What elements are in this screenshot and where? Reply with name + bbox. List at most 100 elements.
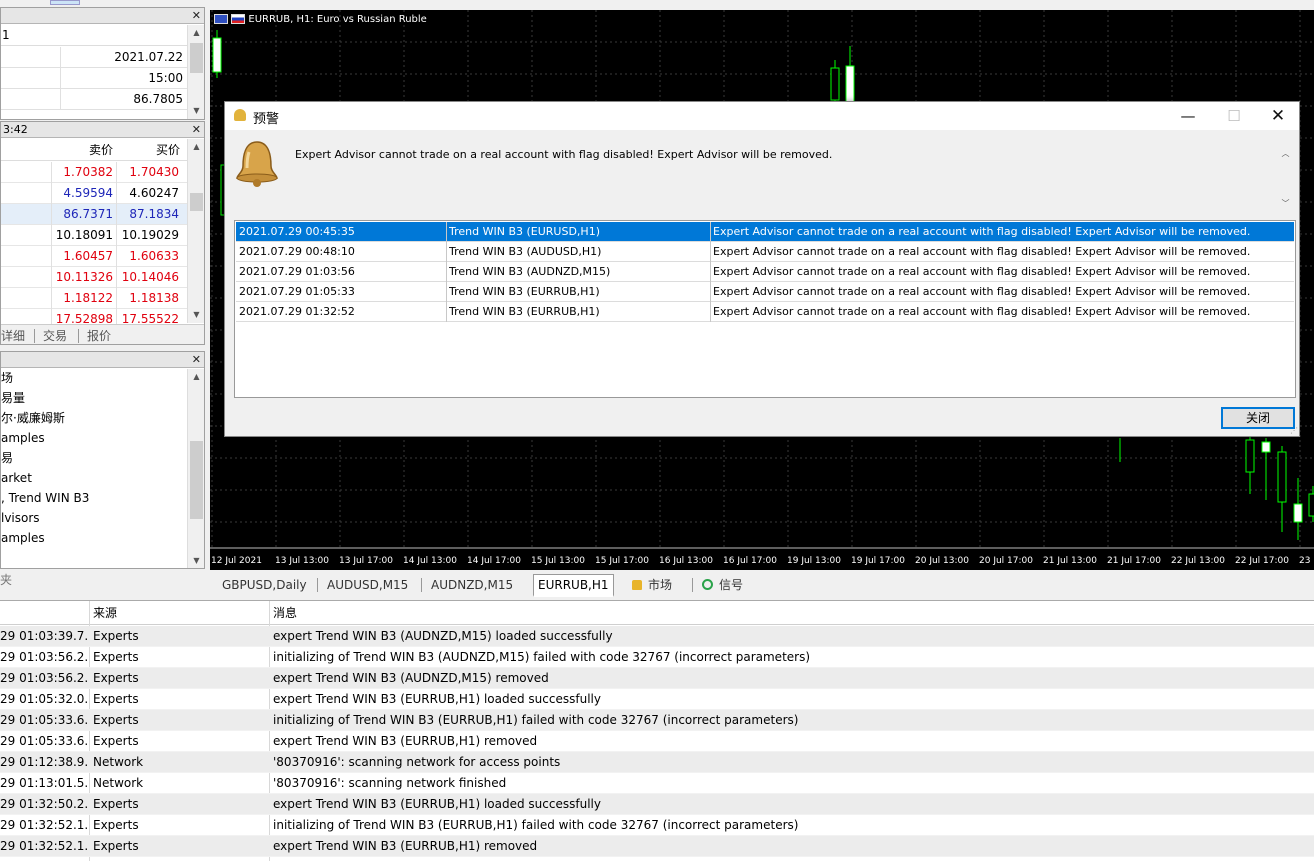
scroll-down-icon[interactable]: ▼: [188, 103, 204, 119]
journal-row[interactable]: 29 01:32:52.1... Experts initializing of T…: [0, 815, 1314, 836]
data-window-row: 15:00: [1, 68, 187, 89]
alert-log-table: 2021.07.29 00:45:35 Trend WIN B3 (EURUSD,…: [234, 220, 1296, 398]
navigator-item[interactable]: amples: [1, 528, 45, 548]
tab-details[interactable]: 详细: [1, 327, 25, 344]
journal-message: initializing of Trend WIN B3 (EURRUB,H1)…: [273, 713, 799, 727]
scroll-thumb[interactable]: [190, 193, 203, 211]
alert-log-row[interactable]: 2021.07.29 01:05:33 Trend WIN B3 (EURRUB,…: [236, 282, 1294, 302]
journal-row[interactable]: 29 01:03:39.7... Experts expert Trend WIN …: [0, 626, 1314, 647]
navigator-item[interactable]: 易量: [1, 388, 25, 408]
ask-price: 1.70430: [129, 165, 179, 179]
symbol-row[interactable]: 10.11326 10.14046: [1, 267, 187, 288]
journal-time: 29 01:05:32.0...: [0, 692, 88, 706]
ask-price: 4.60247: [129, 186, 179, 200]
navigator-panel: ✕ 场易量 尔·威廉姆斯 amples 易 arket, Trend WIN B3 lvi…: [0, 351, 205, 569]
toolbar-button[interactable]: [50, 0, 80, 5]
market-watch-scrollbar[interactable]: ▲ ▼: [187, 139, 204, 323]
journal-source: Experts: [93, 671, 139, 685]
bid-column-header[interactable]: 卖价: [51, 139, 113, 161]
symbol-row[interactable]: 10.18091 10.19029: [1, 225, 187, 246]
market-watch-header: 卖价 买价: [1, 139, 187, 161]
journal-row[interactable]: 29 01:05:33.6... Experts expert Trend WIN …: [0, 731, 1314, 752]
time-axis-label: 16 Jul 13:00: [659, 556, 713, 566]
resize-grip-icon[interactable]: ⋰: [1290, 426, 1298, 435]
scroll-thumb[interactable]: [190, 441, 203, 519]
source-column-header[interactable]: 来源: [93, 601, 263, 625]
tab-signals[interactable]: 信号: [698, 575, 747, 595]
symbol-row[interactable]: 86.7371 87.1834: [1, 204, 187, 225]
journal-row[interactable]: 29 01:32:52.1... Experts expert Trend WIN …: [0, 836, 1314, 857]
navigator-item[interactable]: amples: [1, 428, 45, 448]
alert-log-row[interactable]: 2021.07.29 01:32:52 Trend WIN B3 (EURRUB,…: [236, 302, 1294, 322]
close-icon[interactable]: ✕: [192, 8, 201, 23]
market-watch-panel: 3:42 ✕ 卖价 买价 1.70382 1.70430 4.59594 4.60247…: [0, 121, 205, 345]
alert-dialog-titlebar[interactable]: 预警 — ☐ ✕: [225, 102, 1299, 130]
bid-price: 1.70382: [51, 162, 117, 183]
bell-icon: [233, 138, 281, 188]
scroll-thumb[interactable]: [190, 43, 203, 73]
alert-log-row[interactable]: 2021.07.29 00:48:10 Trend WIN B3 (AUDUSD,…: [236, 242, 1294, 262]
scroll-up-icon[interactable]: ▲: [188, 139, 204, 155]
close-button[interactable]: 关闭: [1221, 407, 1295, 429]
navigator-item[interactable]: 尔·威廉姆斯: [1, 408, 65, 428]
journal-row[interactable]: 29 01:05:32.0... Experts expert Trend WIN …: [0, 689, 1314, 710]
navigator-item[interactable]: 易: [1, 448, 13, 468]
scroll-down-icon[interactable]: ﹀: [1277, 196, 1294, 212]
tab-label: 市场: [648, 578, 673, 592]
navigator-item[interactable]: 场: [1, 368, 13, 388]
journal-row[interactable]: 29 01:03:56.2... Experts expert Trend WIN …: [0, 668, 1314, 689]
minimize-button[interactable]: —: [1165, 102, 1211, 130]
lock-icon: [632, 580, 642, 590]
tab-audusd-m15[interactable]: AUDUSD,M15: [323, 575, 412, 595]
maximize-button[interactable]: ☐: [1211, 102, 1257, 130]
journal-time: 29 01:32:50.2...: [0, 797, 88, 811]
navigator-item[interactable]: arket: [1, 468, 32, 488]
data-window-label-cell: [1, 68, 61, 89]
symbol-row[interactable]: 1.70382 1.70430: [1, 162, 187, 183]
scroll-down-icon[interactable]: ▼: [188, 307, 204, 323]
server-time: 3:42: [3, 123, 28, 136]
alert-time: 2021.07.29 01:05:33: [239, 285, 355, 298]
navigator-scrollbar[interactable]: ▲ ▼: [187, 369, 204, 568]
navigator-item[interactable]: , Trend WIN B3: [1, 488, 89, 508]
symbol-row[interactable]: 1.18122 1.18138: [1, 288, 187, 309]
ask-price: 87.1834: [129, 207, 179, 221]
journal-message: expert Trend WIN B3 (EURRUB,H1) removed: [273, 839, 538, 853]
candle-body: [1308, 493, 1314, 517]
tab-market[interactable]: 市场: [628, 575, 676, 595]
alert-log-row[interactable]: 2021.07.29 01:03:56 Trend WIN B3 (AUDNZD,…: [236, 262, 1294, 282]
scroll-up-icon[interactable]: ▲: [188, 369, 204, 385]
tab-gbpusd-daily[interactable]: GBPUSD,Daily: [218, 575, 311, 595]
chart-flag-icon: [214, 14, 228, 24]
tab-ticks[interactable]: 报价: [87, 327, 111, 344]
data-window-scrollbar[interactable]: ▲ ▼: [187, 25, 204, 119]
journal-row[interactable]: 29 01:13:01.5... Network '80370916': scann…: [0, 773, 1314, 794]
scroll-up-icon[interactable]: ▲: [188, 25, 204, 41]
scroll-up-icon[interactable]: ︿: [1277, 146, 1294, 162]
symbol-row[interactable]: 1.60457 1.60633: [1, 246, 187, 267]
tab-audnzd-m15[interactable]: AUDNZD,M15: [427, 575, 517, 595]
close-icon[interactable]: ✕: [192, 352, 201, 367]
tab-trading[interactable]: 交易: [43, 327, 67, 344]
navigator-item[interactable]: lvisors: [1, 508, 40, 528]
ask-column-header[interactable]: 买价: [117, 139, 180, 161]
window-close-button[interactable]: ✕: [1255, 102, 1301, 130]
symbol-row[interactable]: 4.59594 4.60247: [1, 183, 187, 204]
journal-time: 29 01:32:52.1...: [0, 839, 88, 853]
alert-message-scrollbar[interactable]: ︿ ﹀: [1277, 146, 1294, 212]
journal-row[interactable]: 29 01:12:38.9... Network '80370916': scann…: [0, 752, 1314, 773]
message-column-header[interactable]: 消息: [273, 601, 1303, 625]
journal-row[interactable]: 29 01:05:33.6... Experts initializing of T…: [0, 710, 1314, 731]
journal-source: Experts: [93, 839, 139, 853]
navigator-footer: 夹: [0, 573, 13, 587]
tab-eurrub-h1[interactable]: EURRUB,H1: [533, 574, 614, 597]
alert-log-row[interactable]: 2021.07.29 00:45:35 Trend WIN B3 (EURUSD,…: [236, 222, 1294, 242]
alert-source: Trend WIN B3 (EURRUB,H1): [449, 305, 600, 318]
candle-body: [1277, 451, 1287, 503]
journal-row[interactable]: 29 01:03:56.2... Experts initializing of T…: [0, 647, 1314, 668]
data-window-value: 2021.07.22: [114, 50, 183, 64]
close-icon[interactable]: ✕: [192, 122, 201, 137]
bid-price: 1.60457: [51, 246, 117, 267]
scroll-down-icon[interactable]: ▼: [188, 553, 204, 568]
journal-row[interactable]: 29 01:32:50.2... Experts expert Trend WIN …: [0, 794, 1314, 815]
